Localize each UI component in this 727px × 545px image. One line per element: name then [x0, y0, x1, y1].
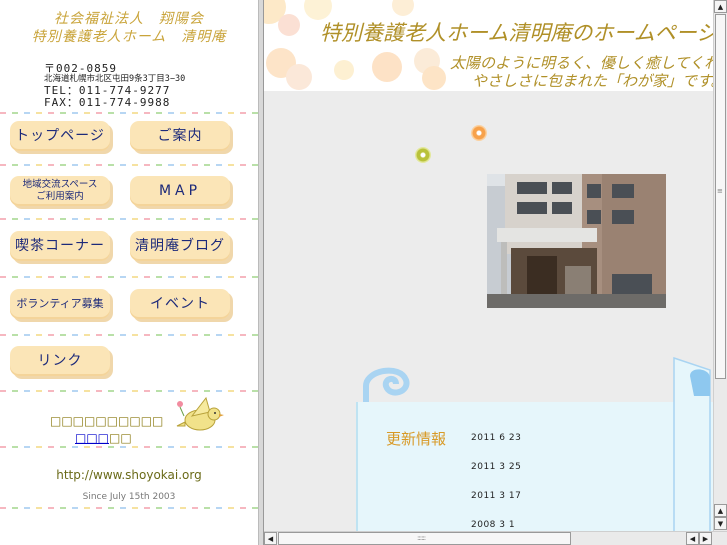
nav-community-space-label1: 地域交流スペース: [22, 179, 98, 190]
page-curl-decoration: [673, 356, 711, 536]
nav-blog-button[interactable]: 清明庵ブログ: [130, 231, 230, 261]
scroll-up-button-lower[interactable]: ▲: [714, 504, 727, 517]
bubble-decoration: [278, 14, 300, 36]
divider: [0, 334, 258, 336]
nav-cafe-button[interactable]: 喫茶コーナー: [10, 231, 110, 261]
grip-icon: ≡: [717, 187, 723, 195]
flower-icon: [415, 147, 431, 163]
bubble-decoration: [392, 0, 414, 16]
divider: [0, 218, 258, 220]
update-date[interactable]: 2011 3 17: [471, 491, 521, 501]
org-name: 社会福祉法人 翔陽会: [54, 11, 204, 27]
bird-link-suffix: □□: [109, 431, 132, 445]
main-frame: 特別養護老人ホーム清明庵のホームページ 太陽のように明るく、優しく癒してくれる …: [264, 0, 727, 545]
update-date[interactable]: 2011 6 23: [471, 433, 521, 443]
nav-guide-button[interactable]: ご案内: [130, 121, 230, 151]
facility-name: 特別養護老人ホーム 清明庵: [31, 29, 227, 45]
bubble-decoration: [372, 52, 402, 82]
nav-community-space-button[interactable]: 地域交流スペース ご利用案内: [10, 176, 110, 206]
scroll-right-button[interactable]: ▶: [699, 532, 712, 545]
updates-title: 更新情報: [386, 430, 447, 448]
bubble-decoration: [422, 66, 446, 90]
divider: [0, 446, 258, 448]
grip-icon: ::::::: [417, 534, 426, 542]
updates-panel: [356, 402, 718, 545]
update-date[interactable]: 2011 3 25: [471, 462, 521, 472]
scroll-up-button[interactable]: ▲: [714, 0, 727, 13]
bubble-decoration: [286, 64, 312, 90]
bird-link-line: □□□□□: [75, 431, 132, 445]
vertical-scrollbar[interactable]: ▲ ≡ ▲ ▼: [713, 0, 727, 531]
scroll-left-button[interactable]: ◀: [264, 532, 277, 545]
divider: [0, 164, 258, 166]
nav-volunteer-button[interactable]: ボランティア募集: [10, 289, 110, 319]
horizontal-scroll-thumb[interactable]: ::::::: [278, 532, 571, 545]
nav-top-page-button[interactable]: トップページ: [10, 121, 110, 151]
sidebar-frame: 社会福祉法人 翔陽会 特別養護老人ホーム 清明庵 〒002-0859 北海道札幌…: [0, 0, 258, 545]
tagline-2: やさしさに包まれた「わが家」です。: [472, 72, 714, 90]
scroll-corner: [713, 532, 727, 545]
divider: [0, 276, 258, 278]
bird-icon: [176, 396, 224, 431]
page-title: 特別養護老人ホーム清明庵のホームページ: [320, 21, 714, 45]
nav-map-button[interactable]: MAP: [130, 176, 230, 206]
update-date[interactable]: 2008 3 1: [471, 520, 515, 530]
horizontal-scrollbar[interactable]: ◀ :::::: ◀ ▶: [264, 531, 727, 545]
nav-links-button[interactable]: リンク: [10, 346, 110, 376]
divider: [0, 390, 258, 392]
bird-caption: □□□□□□□□□□: [50, 414, 164, 428]
header-banner: 特別養護老人ホーム清明庵のホームページ 太陽のように明るく、優しく癒してくれる …: [264, 0, 714, 91]
nav-community-space-label2: ご利用案内: [36, 191, 84, 202]
site-url: http://www.shoyokai.org: [56, 468, 202, 482]
scroll-left-button-right[interactable]: ◀: [686, 532, 699, 545]
building-photo: [487, 174, 666, 308]
divider: [0, 112, 258, 114]
scroll-down-button[interactable]: ▼: [714, 517, 727, 530]
bird-link[interactable]: □□□: [75, 431, 109, 445]
since-date: Since July 15th 2003: [82, 492, 176, 502]
bubble-decoration: [334, 60, 354, 80]
nav-event-button[interactable]: イベント: [130, 289, 230, 319]
fax-number: FAX：011-774-9988: [44, 96, 171, 109]
flower-icon: [471, 125, 487, 141]
divider: [0, 507, 258, 509]
vertical-scroll-thumb[interactable]: ≡: [715, 14, 726, 379]
